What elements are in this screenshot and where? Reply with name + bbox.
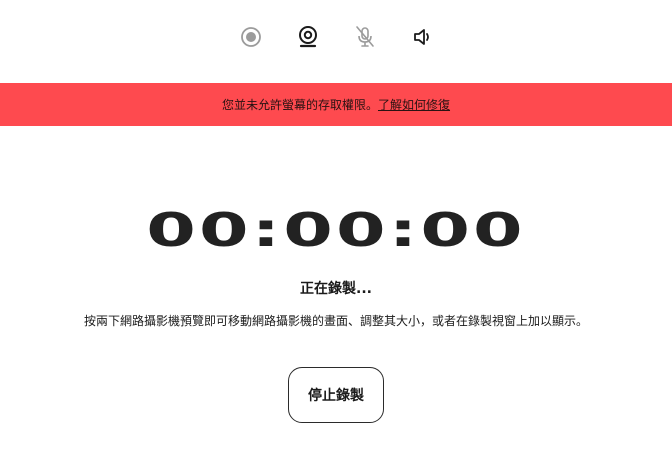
webcam-icon bbox=[298, 26, 317, 48]
webcam-toggle[interactable] bbox=[294, 24, 322, 50]
permission-warning-banner: 您並未允許螢幕的存取權限。 了解如何修復 bbox=[0, 83, 672, 126]
speaker-icon bbox=[413, 29, 429, 45]
microphone-toggle[interactable] bbox=[351, 24, 379, 50]
screen-record-toggle[interactable] bbox=[237, 24, 265, 50]
stop-recording-button[interactable]: 停止錄製 bbox=[288, 367, 384, 423]
recording-status: 正在錄製... bbox=[300, 281, 372, 297]
learn-how-to-fix-link[interactable]: 了解如何修復 bbox=[378, 96, 450, 113]
permission-warning-text: 您並未允許螢幕的存取權限。 bbox=[221, 98, 378, 112]
recording-toolbar bbox=[0, 24, 672, 50]
recording-timer: 00:00:00 bbox=[146, 203, 526, 257]
system-audio-toggle[interactable] bbox=[408, 24, 436, 50]
microphone-muted-icon bbox=[355, 26, 374, 47]
record-screen-icon bbox=[240, 27, 261, 47]
webcam-preview-hint: 按兩下網路攝影機預覽即可移動網路攝影機的畫面、調整其大小，或者在錄製視窗上加以顯… bbox=[83, 314, 588, 328]
